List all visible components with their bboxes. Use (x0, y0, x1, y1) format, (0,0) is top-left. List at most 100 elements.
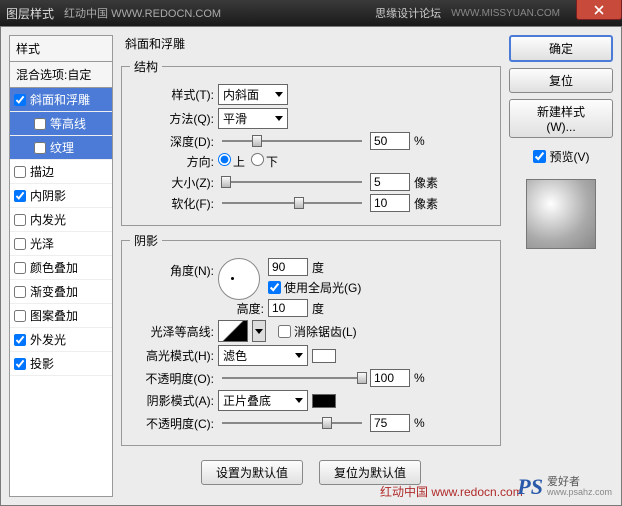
shadow-legend: 阴影 (130, 232, 162, 249)
gloss-contour-swatch[interactable] (218, 320, 248, 342)
sidebar-item-label: 等高线 (50, 115, 86, 132)
sidebar-item-label: 内阴影 (30, 187, 66, 204)
sh-mode-select[interactable]: 正片叠底 (218, 390, 308, 411)
sidebar-checkbox[interactable] (14, 190, 26, 202)
sidebar-item-label: 颜色叠加 (30, 259, 78, 276)
close-button[interactable] (576, 0, 622, 20)
angle-label: 角度(N): (130, 262, 214, 279)
sidebar-checkbox[interactable] (14, 262, 26, 274)
size-unit: 像素 (414, 174, 438, 191)
method-label: 方法(Q): (130, 110, 214, 127)
hl-op-input[interactable] (370, 369, 410, 387)
brand-left: 红动中国 WWW.REDOCN.COM (64, 5, 221, 21)
sidebar-item-10[interactable]: 外发光 (10, 328, 112, 352)
preview-checkbox[interactable]: 预览(V) (509, 148, 613, 165)
sidebar-checkbox[interactable] (14, 358, 26, 370)
soften-unit: 像素 (414, 195, 438, 212)
brand-right: 思缘设计论坛 (375, 5, 441, 21)
reset-default-button[interactable]: 复位为默认值 (319, 460, 421, 485)
soften-slider[interactable] (222, 196, 362, 210)
direction-label: 方向: (130, 153, 214, 170)
size-input[interactable] (370, 173, 410, 191)
new-style-button[interactable]: 新建样式(W)... (509, 99, 613, 138)
structure-group: 结构 样式(T): 内斜面 方法(Q): 平滑 深度(D): % (121, 58, 501, 226)
sidebar-checkbox[interactable] (14, 334, 26, 346)
set-default-button[interactable]: 设置为默认值 (201, 460, 303, 485)
styles-sidebar: 样式 混合选项:自定 斜面和浮雕等高线纹理描边内阴影内发光光泽颜色叠加渐变叠加图… (9, 35, 113, 497)
hl-mode-select[interactable]: 滤色 (218, 345, 308, 366)
cancel-button[interactable]: 复位 (509, 68, 613, 93)
sidebar-checkbox[interactable] (14, 214, 26, 226)
radio-down[interactable] (251, 153, 264, 166)
sh-op-label: 不透明度(C): (130, 415, 214, 432)
direction-up[interactable]: 上 (218, 153, 245, 170)
style-label: 样式(T): (130, 86, 214, 103)
gloss-contour-dropdown[interactable] (252, 320, 266, 342)
footer-brand-cn: 红动中国 www.redocn.com (380, 483, 523, 500)
sidebar-item-label: 投影 (30, 355, 54, 372)
sidebar-item-11[interactable]: 投影 (10, 352, 112, 376)
sidebar-item-label: 斜面和浮雕 (30, 91, 90, 108)
sidebar-checkbox[interactable] (34, 118, 46, 130)
size-slider[interactable] (222, 175, 362, 189)
global-light-checkbox[interactable]: 使用全局光(G) (268, 279, 361, 296)
hl-op-slider[interactable] (222, 371, 362, 385)
sidebar-checkbox[interactable] (14, 286, 26, 298)
radio-up[interactable] (218, 153, 231, 166)
sidebar-item-8[interactable]: 渐变叠加 (10, 280, 112, 304)
sidebar-item-label: 渐变叠加 (30, 283, 78, 300)
ok-button[interactable]: 确定 (509, 35, 613, 62)
angle-dial[interactable] (218, 258, 260, 300)
sh-color-swatch[interactable] (312, 394, 336, 408)
right-column: 确定 复位 新建样式(W)... 预览(V) (509, 35, 613, 497)
sh-op-slider[interactable] (222, 416, 362, 430)
sh-op-unit: % (414, 416, 425, 430)
style-select[interactable]: 内斜面 (218, 84, 288, 105)
soften-label: 软化(F): (130, 195, 214, 212)
sidebar-item-0[interactable]: 斜面和浮雕 (10, 88, 112, 112)
chevron-down-icon (255, 329, 263, 334)
altitude-label: 高度: (222, 300, 264, 317)
method-select[interactable]: 平滑 (218, 108, 288, 129)
chevron-down-icon (275, 116, 283, 121)
brand-right-url: WWW.MISSYUAN.COM (451, 8, 560, 19)
sidebar-checkbox[interactable] (14, 238, 26, 250)
sidebar-item-7[interactable]: 颜色叠加 (10, 256, 112, 280)
ps-url: www.psahz.com (547, 488, 612, 497)
style-value: 内斜面 (223, 86, 259, 103)
sidebar-item-2[interactable]: 纹理 (10, 136, 112, 160)
sh-mode-value: 正片叠底 (223, 392, 271, 409)
sh-op-input[interactable] (370, 414, 410, 432)
sidebar-item-9[interactable]: 图案叠加 (10, 304, 112, 328)
window-title: 图层样式 (6, 5, 54, 22)
soften-input[interactable] (370, 194, 410, 212)
watermark: PS 爱好者 www.psahz.com (517, 474, 612, 500)
sidebar-item-1[interactable]: 等高线 (10, 112, 112, 136)
sidebar-checkbox[interactable] (14, 166, 26, 178)
sidebar-item-label: 纹理 (50, 139, 74, 156)
chevron-down-icon (275, 92, 283, 97)
anti-alias-checkbox[interactable]: 消除锯齿(L) (278, 323, 357, 340)
direction-down[interactable]: 下 (251, 153, 278, 170)
sidebar-checkbox[interactable] (14, 94, 26, 106)
hl-color-swatch[interactable] (312, 349, 336, 363)
sidebar-checkbox[interactable] (14, 310, 26, 322)
structure-legend: 结构 (130, 58, 162, 75)
altitude-input[interactable] (268, 299, 308, 317)
center-panel: 斜面和浮雕 结构 样式(T): 内斜面 方法(Q): 平滑 深度(D): % (121, 35, 501, 497)
depth-input[interactable] (370, 132, 410, 150)
depth-slider[interactable] (222, 134, 362, 148)
sidebar-checkbox[interactable] (34, 142, 46, 154)
sidebar-item-3[interactable]: 描边 (10, 160, 112, 184)
angle-input[interactable] (268, 258, 308, 276)
sidebar-item-label: 光泽 (30, 235, 54, 252)
sidebar-item-label: 描边 (30, 163, 54, 180)
sidebar-sub[interactable]: 混合选项:自定 (10, 62, 112, 88)
sidebar-item-4[interactable]: 内阴影 (10, 184, 112, 208)
chevron-down-icon (295, 353, 303, 358)
sidebar-item-5[interactable]: 内发光 (10, 208, 112, 232)
sidebar-item-6[interactable]: 光泽 (10, 232, 112, 256)
hl-op-label: 不透明度(O): (130, 370, 214, 387)
depth-label: 深度(D): (130, 133, 214, 150)
preview-swatch (526, 179, 596, 249)
